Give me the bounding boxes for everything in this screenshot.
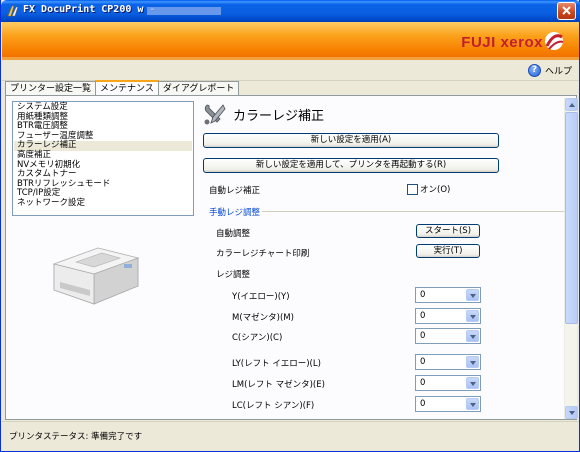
apply-settings-button[interactable]: 新しい設定を適用(A) xyxy=(203,133,499,148)
reg-select-lm[interactable]: 0 xyxy=(415,375,481,391)
reg-label-y: Y(イエロー)(Y) xyxy=(232,292,290,302)
close-button[interactable] xyxy=(557,2,576,20)
auto-reg-checkbox-box[interactable] xyxy=(407,183,418,195)
help-link[interactable]: ? ヘルプ xyxy=(527,64,572,77)
auto-reg-checkbox-label: オン(O) xyxy=(420,185,451,195)
vertical-scrollbar[interactable] xyxy=(564,98,578,419)
help-label: ヘルプ xyxy=(544,67,572,77)
reg-label-m: M(マゼンタ)(M) xyxy=(232,313,294,323)
printer-status-text: プリンタステータス: 準備完了です xyxy=(9,432,143,442)
auto-reg-label: 自動レジ補正 xyxy=(209,186,261,196)
manual-reg-group-title: 手動レジ調整 xyxy=(209,208,261,218)
brand-banner: FUJI xerox xyxy=(2,22,579,60)
status-bar: プリンタステータス: 準備完了です xyxy=(2,421,579,451)
app-icon xyxy=(7,5,19,17)
page-title: カラーレジ補正 xyxy=(203,103,324,125)
reg-label-lm: LM(レフト マゼンタ)(E) xyxy=(232,380,325,390)
auto-reg-checkbox[interactable]: オン(O) xyxy=(407,183,450,195)
scroll-thumb[interactable] xyxy=(565,112,578,324)
reg-label-lc: LC(レフト シアン)(F) xyxy=(232,401,315,411)
reg-select-y[interactable]: 0 xyxy=(415,287,481,303)
redacted-title-part xyxy=(147,7,221,15)
reg-select-c[interactable]: 0 xyxy=(415,328,481,344)
reg-select-m[interactable]: 0 xyxy=(415,308,481,324)
printer-illustration xyxy=(52,247,140,305)
xerox-swoosh-icon xyxy=(545,32,564,50)
scroll-down-button[interactable] xyxy=(565,406,578,419)
chevron-down-icon[interactable] xyxy=(466,310,479,322)
chevron-down-icon[interactable] xyxy=(466,398,479,410)
tab-content-panel: システム設定 用紙種類調整 BTR電圧調整 フューザー温度調整 カラーレジ補正 … xyxy=(5,95,578,420)
tab-strip: プリンター設定一覧 メンテナンス ダイアグレポート xyxy=(5,80,240,97)
reg-label-c: C(シアン)(C) xyxy=(232,333,283,343)
tab-printer-settings[interactable]: プリンター設定一覧 xyxy=(5,81,97,96)
window-title: FX DocuPrint CP200 w - xyxy=(23,4,156,15)
title-bar[interactable]: FX DocuPrint CP200 w - xyxy=(1,0,580,22)
help-bar: ? ヘルプ xyxy=(2,60,579,81)
tools-icon xyxy=(204,104,226,125)
apply-and-restart-button[interactable]: 新しい設定を適用して、プリンタを再起動する(R) xyxy=(203,158,499,173)
reg-label-ly: LY(レフト イエロー)(L) xyxy=(232,359,321,369)
tab-diagnostic-report[interactable]: ダイアグレポート xyxy=(157,81,240,96)
reg-select-ly[interactable]: 0 xyxy=(415,354,481,370)
help-icon: ? xyxy=(527,64,541,77)
run-button[interactable]: 実行(T) xyxy=(416,244,480,258)
app-window: FX DocuPrint CP200 w - FUJI xerox ? ヘルプ … xyxy=(0,0,580,452)
group-divider xyxy=(262,211,568,212)
auto-adjust-label: 自動調整 xyxy=(216,229,251,239)
start-button[interactable]: スタート(S) xyxy=(416,224,480,238)
maintenance-menu-list[interactable]: システム設定 用紙種類調整 BTR電圧調整 フューザー温度調整 カラーレジ補正 … xyxy=(12,101,194,216)
fuji-xerox-logo: FUJI xerox xyxy=(461,34,543,51)
scroll-up-button[interactable] xyxy=(565,98,578,111)
chevron-down-icon[interactable] xyxy=(466,356,479,368)
close-icon xyxy=(562,6,571,15)
chevron-down-icon[interactable] xyxy=(466,289,479,301)
menu-item-network[interactable]: ネットワーク設定 xyxy=(17,198,189,209)
chevron-down-icon[interactable] xyxy=(466,330,479,342)
reg-adjust-label: レジ調整 xyxy=(216,270,251,280)
page-title-text: カラーレジ補正 xyxy=(233,108,325,124)
chevron-down-icon[interactable] xyxy=(466,377,479,389)
chart-print-label: カラーレジチャート印刷 xyxy=(216,249,310,259)
reg-select-lc[interactable]: 0 xyxy=(415,396,481,412)
